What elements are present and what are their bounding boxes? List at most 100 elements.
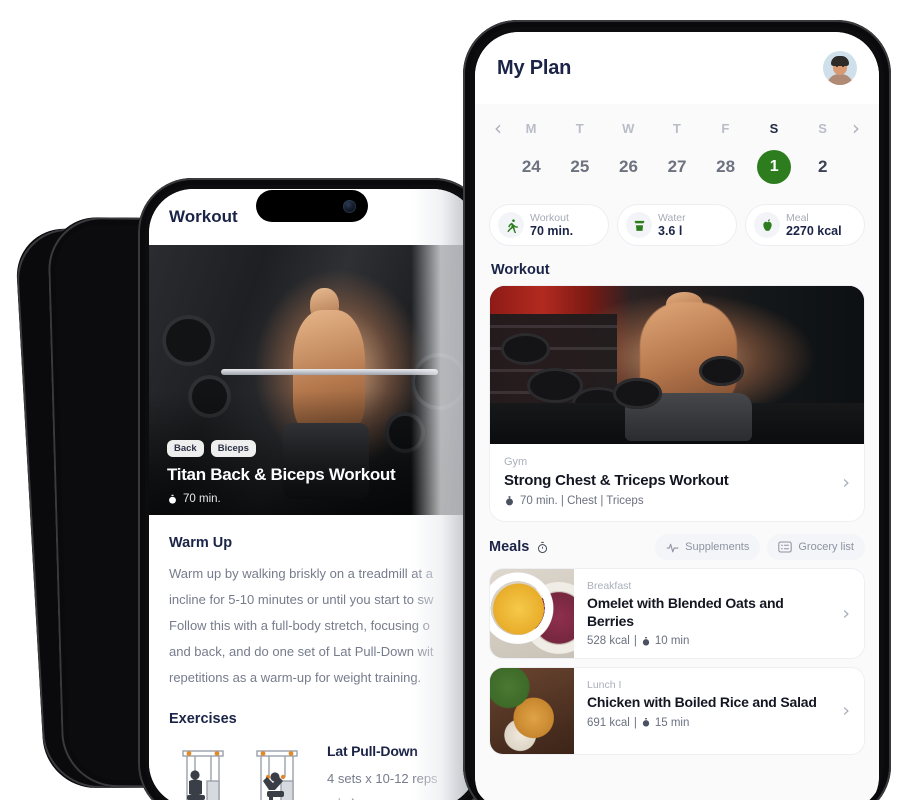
date-number: 25 [570,157,590,176]
stat-label: Meal [786,211,809,224]
workout-card[interactable]: Gym Strong Chest & Triceps Workout 70 mi [489,285,865,522]
stat-text: Meal 2270 kcal [786,212,842,238]
volume-down-button[interactable] [138,370,139,422]
date-number: 2 [818,157,828,176]
myplan-header: My Plan [475,32,879,104]
chicken-plate-photo [490,668,574,755]
dow-label: F [721,120,730,136]
stat-label: Water [658,211,686,224]
meal-name: Omelet with Blended Oats and Berries [587,595,784,630]
meal-card-lunch[interactable]: Lunch I Chicken with Boiled Rice and Sal… [489,667,865,756]
workout-hero-image[interactable]: Back Biceps Titan Back & Biceps Workout … [149,245,477,515]
meals-heading: Meals [489,539,530,555]
stat-text: Workout 70 min. [530,212,573,238]
dow-cell: F [701,121,750,136]
date-cell-24[interactable]: 24 [507,138,556,184]
grocery-list-chip-label: Grocery list [798,541,854,553]
date-number: 27 [667,157,687,176]
stat-value: 3.6 l [658,223,683,238]
grocery-list-chip[interactable]: Grocery list [767,534,865,560]
supplements-chip-label: Supplements [685,541,750,553]
stopwatch-icon [504,495,515,507]
date-cell-selected[interactable]: 1 [750,138,799,184]
workout-section-heading: Workout [491,262,550,278]
date-cell-26[interactable]: 26 [604,138,653,184]
timer-icon[interactable] [536,541,549,554]
calendar-dow-row: ‹ M T W T F S S › [489,118,865,138]
chevron-right-icon[interactable]: › [847,118,865,138]
dow-label: M [525,120,537,136]
exercise-text: Lat Pull-Down 4 sets x 10-12 reps min.) [317,741,438,800]
stat-pill-meal[interactable]: Meal 2270 kcal [745,204,865,246]
workout-card-title: Strong Chest & Triceps Workout [504,472,729,489]
volume-up-button[interactable] [463,216,464,264]
dow-label: W [622,120,635,136]
date-number: 1 [757,150,792,184]
stat-pill-water[interactable]: Water 3.6 l [617,204,737,246]
hero-workout-name: Titan Back & Biceps Workout [167,465,396,484]
left-screen: Workout Back Biceps Titan Back & Biceps … [149,189,477,800]
exercise-detail-line: min.) [327,792,438,800]
dow-label: S [818,120,828,136]
page-title: My Plan [497,56,572,79]
mute-switch[interactable] [463,170,464,196]
phone-myplan-screen: My Plan ‹ M T W T F S S › 24 25 26 27 28… [463,20,891,800]
chevron-left-icon[interactable]: ‹ [489,118,507,138]
meal-text: Breakfast Omelet with Blended Oats and B… [574,569,864,658]
stopwatch-icon [641,717,651,728]
date-number: 28 [716,157,736,176]
date-cell-27[interactable]: 27 [653,138,702,184]
volume-up-button[interactable] [138,328,139,358]
meal-kicker: Lunch I [587,679,622,692]
warmup-line: repetitions as a warm-up for weight trai… [169,670,422,685]
dynamic-island [256,190,368,222]
warmup-heading: Warm Up [169,535,233,551]
water-glass-icon [626,212,652,238]
power-button[interactable] [890,240,891,310]
running-icon [498,212,524,238]
meal-card-breakfast[interactable]: Breakfast Omelet with Blended Oats and B… [489,568,865,660]
warmup-line: and back, and do one set of Lat Pull-Dow… [169,644,434,659]
meta-separator: | [633,635,637,648]
exercise-row[interactable]: Lat Pull-Down 4 sets x 10-12 reps min.) [169,741,457,800]
dow-cell: S [750,121,799,136]
hero-tag: Biceps [210,440,256,457]
volume-down-button[interactable] [463,276,464,324]
workout-meta-text: 70 min. | Chest | Triceps [520,495,644,507]
chevron-right-icon[interactable]: › [842,701,850,721]
stopwatch-icon [641,636,651,647]
exercise-name: Lat Pull-Down [327,743,418,759]
workout-card-meta: 70 min. | Chest | Triceps [504,495,850,507]
meal-meta: 528 kcal | 10 min [587,635,834,647]
date-cell-25[interactable]: 25 [556,138,605,184]
meal-calories: 528 kcal [587,635,630,648]
chevron-right-icon[interactable]: › [842,473,850,492]
left-content-sheet: Warm Up Warm up by walking briskly on a … [149,515,477,800]
avatar[interactable] [823,51,857,85]
apple-icon [754,212,780,238]
stat-value: 70 min. [530,223,574,238]
stat-label: Workout [530,211,569,224]
date-number: 24 [521,157,541,176]
list-icon [778,541,793,553]
week-calendar: ‹ M T W T F S S › ‹ [475,104,879,194]
stat-pill-workout[interactable]: Workout 70 min. [489,204,609,246]
supplements-chip[interactable]: Supplements [655,534,761,560]
omelet-bowl-photo [490,569,574,659]
meal-calories: 691 kcal [587,716,630,729]
meal-text: Lunch I Chicken with Boiled Rice and Sal… [574,668,864,754]
meal-name: Chicken with Boiled Rice and Salad [587,694,817,711]
meal-meta: 691 kcal | 15 min [587,717,834,729]
date-cell-28[interactable]: 28 [701,138,750,184]
avatar-body [827,74,853,85]
warmup-line: incline for 5-10 minutes or until you st… [169,592,434,607]
avatar-eye [836,65,838,67]
left-page-title: Workout [169,207,238,226]
meals-section-header: Meals Supplements Grocery list [475,522,879,568]
date-cell-2[interactable]: 2 [798,138,847,184]
stat-text: Water 3.6 l [658,212,686,238]
workout-card-image [490,286,864,444]
chevron-right-icon[interactable]: › [842,604,850,623]
avatar-eye [842,65,844,67]
hero-duration-label: 70 min. [183,493,221,505]
